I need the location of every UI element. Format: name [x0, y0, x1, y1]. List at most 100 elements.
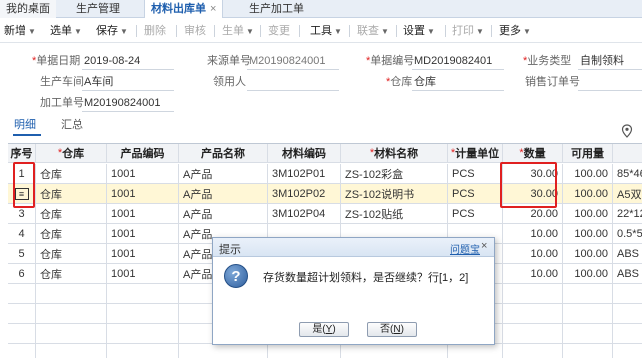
cell-extra[interactable]: 0.5*5* [613, 224, 642, 243]
subtab-summary[interactable]: 汇总 [61, 118, 83, 132]
cell-material-code[interactable]: 3M102P01 [268, 164, 341, 183]
cell-product-code[interactable] [107, 304, 179, 323]
cell-warehouse[interactable] [36, 324, 107, 343]
cell-product-name[interactable]: A产品 [179, 184, 268, 203]
more-button[interactable]: 更多 ▼ [499, 19, 531, 43]
cell-available[interactable]: 100.00 [563, 244, 613, 263]
change-button[interactable]: 变更 [268, 19, 290, 43]
cell-warehouse[interactable]: 仓库 [36, 204, 107, 223]
cell-unit[interactable] [448, 344, 503, 358]
cell-unit[interactable]: PCS [448, 164, 503, 183]
cell-warehouse[interactable]: 仓库 [36, 264, 107, 283]
cell-qty[interactable]: 10.00 [503, 244, 563, 263]
cell-available[interactable]: 100.00 [563, 164, 613, 183]
cell-unit[interactable]: PCS [448, 204, 503, 223]
cell-extra[interactable] [613, 344, 642, 358]
close-icon[interactable]: × [481, 240, 487, 252]
cell-product-code[interactable]: 1001 [107, 264, 179, 283]
cell-material-name[interactable]: ZS-102说明书 [341, 184, 448, 203]
cell-material-code[interactable]: 3M102P04 [268, 204, 341, 223]
cell-product-code[interactable]: 1001 [107, 224, 179, 243]
biz-type-field[interactable]: 自制领料 [580, 54, 624, 68]
cell-extra[interactable] [613, 324, 642, 343]
delete-button[interactable]: 删除 [144, 19, 166, 43]
cell-available[interactable]: 100.00 [563, 204, 613, 223]
cell-available[interactable] [563, 304, 613, 323]
cell-material-code[interactable] [268, 344, 341, 358]
cell-extra[interactable]: 85*46* [613, 164, 642, 183]
toolbar-divider [445, 25, 446, 37]
cell-qty[interactable]: 10.00 [503, 224, 563, 243]
cell-warehouse[interactable] [36, 284, 107, 303]
cell-extra[interactable]: 22*12c [613, 204, 642, 223]
cell-extra[interactable] [613, 284, 642, 303]
new-button[interactable]: 新增 ▼ [4, 19, 36, 43]
tab-material-issue[interactable]: 材料出库单 × [144, 0, 224, 18]
process-no-field[interactable]: M20190824001 [84, 96, 160, 110]
cell-qty[interactable] [503, 284, 563, 303]
help-link[interactable]: 问题宝 [450, 241, 480, 256]
tab-label: 我的桌面 [6, 3, 50, 15]
cell-available[interactable] [563, 344, 613, 358]
cell-extra[interactable]: A5双面 [613, 184, 642, 203]
workshop-field[interactable]: A车间 [84, 75, 113, 89]
cell-material-name[interactable]: ZS-102贴纸 [341, 204, 448, 223]
cell-material-name[interactable] [341, 344, 448, 358]
cell-product-name[interactable]: A产品 [179, 164, 268, 183]
cell-material-code[interactable]: 3M102P02 [268, 184, 341, 203]
cell-product-code[interactable] [107, 324, 179, 343]
cell-available[interactable] [563, 324, 613, 343]
cell-qty[interactable] [503, 324, 563, 343]
cell-material-name[interactable]: ZS-102彩盒 [341, 164, 448, 183]
settings-button[interactable]: 设置 ▼ [403, 19, 435, 43]
pick-order-button[interactable]: 选单 ▼ [50, 19, 82, 43]
doc-no-field[interactable]: MD2019082401 [414, 54, 492, 68]
cell-qty[interactable] [503, 304, 563, 323]
sales-order-label: 销售订单号 [525, 76, 580, 88]
tab-close-icon[interactable]: × [210, 3, 216, 15]
cell-product-code[interactable] [107, 284, 179, 303]
warehouse-field[interactable]: 仓库 [414, 75, 436, 89]
cell-product-name[interactable] [179, 344, 268, 358]
cell-qty[interactable] [503, 344, 563, 358]
cell-warehouse[interactable]: 仓库 [36, 224, 107, 243]
cell-available[interactable]: 100.00 [563, 224, 613, 243]
cell-warehouse[interactable] [36, 344, 107, 358]
print-button[interactable]: 打印 ▼ [452, 19, 484, 43]
cell-product-name[interactable]: A产品 [179, 204, 268, 223]
cell-extra[interactable] [613, 304, 642, 323]
cell-qty[interactable]: 10.00 [503, 264, 563, 283]
tab-production-order[interactable]: 生产加工单 [243, 0, 310, 18]
tools-button[interactable]: 工具 ▼ [310, 19, 342, 43]
save-button[interactable]: 保存 ▼ [96, 19, 128, 43]
cell-warehouse[interactable]: 仓库 [36, 244, 107, 263]
cell-product-code[interactable]: 1001 [107, 204, 179, 223]
cell-seq [8, 284, 36, 303]
audit-button[interactable]: 审核 [184, 19, 206, 43]
subtab-detail[interactable]: 明细 [14, 118, 36, 132]
generate-order-button[interactable]: 生单 ▼ [222, 19, 254, 43]
cell-extra[interactable]: ABS , [613, 264, 642, 283]
source-no-field[interactable]: M20190824001 [249, 54, 325, 68]
table-row[interactable] [8, 344, 642, 358]
inquiry-button[interactable]: 联查 ▼ [357, 19, 389, 43]
cell-product-code[interactable]: 1001 [107, 184, 179, 203]
cell-warehouse[interactable] [36, 304, 107, 323]
tab-my-desktop[interactable]: 我的桌面 [0, 0, 56, 18]
cell-available[interactable] [563, 284, 613, 303]
cell-product-code[interactable] [107, 344, 179, 358]
cell-unit[interactable]: PCS [448, 184, 503, 203]
cell-warehouse[interactable]: 仓库 [36, 164, 107, 183]
cell-extra[interactable]: ABS , [613, 244, 642, 263]
cell-seq: 5 [8, 244, 36, 263]
cell-available[interactable]: 100.00 [563, 184, 613, 203]
no-button[interactable]: 否(N) [367, 322, 417, 337]
yes-button[interactable]: 是(Y) [299, 322, 349, 337]
cell-available[interactable]: 100.00 [563, 264, 613, 283]
location-pin-icon[interactable] [621, 124, 633, 138]
cell-warehouse[interactable]: 仓库 [36, 184, 107, 203]
cell-product-code[interactable]: 1001 [107, 244, 179, 263]
tab-production-management[interactable]: 生产管理 [70, 0, 126, 18]
date-field[interactable]: 2019-08-24 [84, 54, 140, 68]
cell-product-code[interactable]: 1001 [107, 164, 179, 183]
